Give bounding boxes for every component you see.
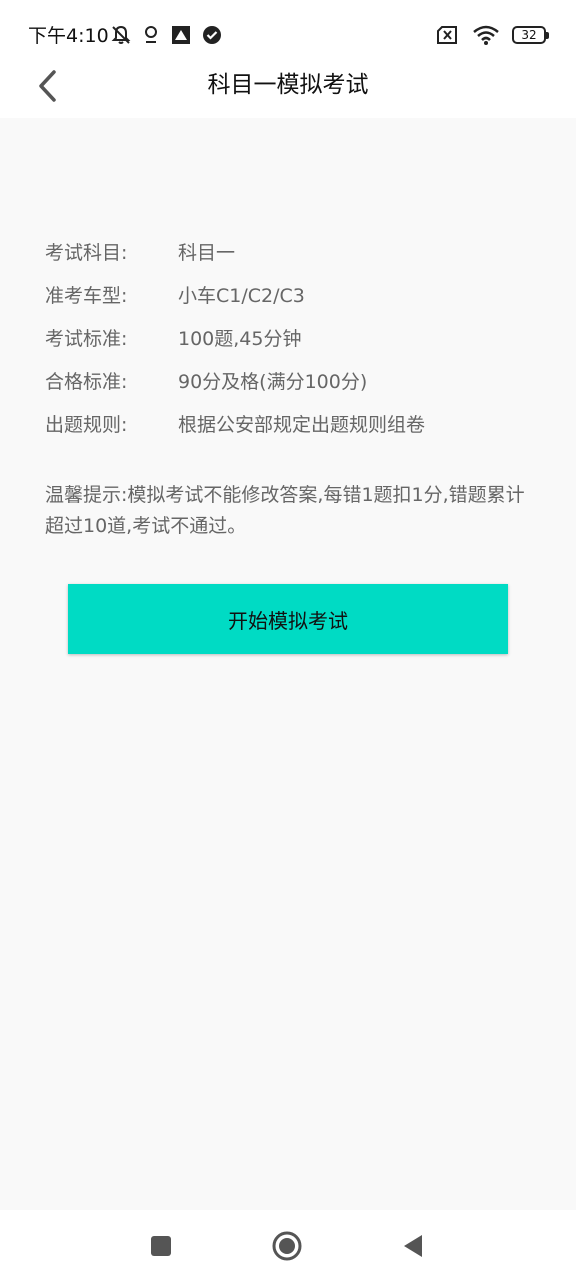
triangle-back-icon: [404, 1235, 422, 1257]
status-time: 下午4:10: [28, 25, 109, 47]
battery-icon: 32: [512, 26, 549, 44]
wifi-icon: [472, 24, 500, 46]
page-title: 科目一模拟考试: [207, 72, 369, 98]
info-value: 科目一: [178, 242, 236, 264]
status-bar: 下午4:10 32: [0, 0, 576, 66]
battery-level: 32: [521, 28, 537, 42]
status-icons-left: [110, 24, 222, 46]
exam-info-list: 考试科目: 科目一 准考车型: 小车C1/C2/C3 考试标准: 100题,45…: [45, 230, 535, 445]
info-row-subject: 考试科目: 科目一: [45, 230, 535, 273]
info-row-pass-mark: 合格标准: 90分及格(满分100分): [45, 359, 535, 402]
info-value: 小车C1/C2/C3: [178, 285, 305, 307]
warm-tip: 温馨提示:模拟考试不能修改答案,每错1题扣1分,错题累计超过10道,考试不通过。: [45, 484, 525, 537]
app-icon: [170, 24, 192, 46]
app-header: 科目一模拟考试: [0, 66, 576, 118]
info-row-standard: 考试标准: 100题,45分钟: [45, 316, 535, 359]
status-icons-right: 32: [436, 24, 549, 46]
info-row-rules: 出题规则: 根据公安部规定出题规则组卷: [45, 402, 535, 445]
circle-home-icon: [272, 1231, 302, 1261]
square-icon: [151, 1236, 171, 1256]
info-value: 100题,45分钟: [178, 328, 302, 350]
info-label: 考试标准:: [45, 328, 128, 350]
mute-icon: [110, 24, 132, 46]
recents-button[interactable]: [143, 1228, 179, 1264]
info-value: 90分及格(满分100分): [178, 371, 368, 393]
sim-off-icon: [436, 25, 460, 45]
info-row-vehicle-type: 准考车型: 小车C1/C2/C3: [45, 273, 535, 316]
location-icon: [142, 24, 160, 46]
start-exam-button[interactable]: 开始模拟考试: [68, 584, 508, 654]
info-label: 出题规则:: [45, 414, 128, 436]
info-value: 根据公安部规定出题规则组卷: [178, 414, 426, 436]
info-label: 合格标准:: [45, 371, 128, 393]
info-label: 考试科目:: [45, 242, 128, 264]
system-nav-bar: [0, 1210, 576, 1280]
back-nav-button[interactable]: [395, 1228, 431, 1264]
info-label: 准考车型:: [45, 285, 128, 307]
home-button[interactable]: [269, 1228, 305, 1264]
check-circle-icon: [202, 25, 222, 45]
